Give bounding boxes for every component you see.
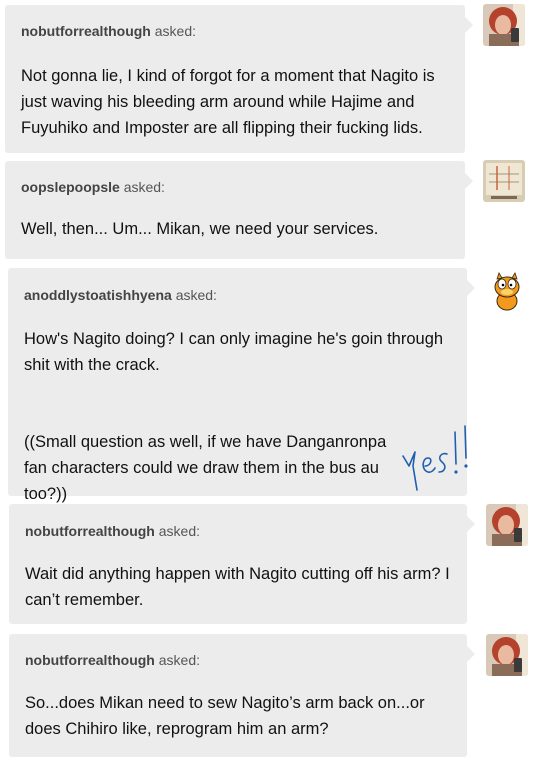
question-text: How's Nagito doing? I can only imagine h… (24, 326, 453, 378)
asker-name[interactable]: nobutforrealthough (21, 23, 151, 39)
asker-name[interactable]: anoddlystoatishhyena (24, 287, 172, 303)
garfield-avatar[interactable] (486, 271, 528, 313)
ask-card: nobutforrealthough asked: Not gonna lie,… (5, 5, 473, 153)
asker-name[interactable]: oopslepoopsle (21, 179, 120, 195)
redhead-selfie-avatar[interactable] (486, 504, 528, 546)
question-text: Wait did anything happen with Nagito cut… (25, 561, 453, 613)
question-paragraph: Well, then... Um... Mikan, we need your … (21, 220, 379, 238)
question-text: Not gonna lie, I kind of forgot for a mo… (21, 63, 451, 141)
ask-card: oopslepoopsle asked: Well, then... Um...… (5, 161, 473, 259)
asked-label: asked: (158, 652, 201, 668)
asker-line: nobutforrealthough asked: (25, 652, 200, 668)
question-text: ((Small question as well, if we have Dan… (24, 429, 407, 507)
question-paragraph: Wait did anything happen with Nagito cut… (25, 565, 450, 609)
asked-label: asked: (175, 287, 217, 303)
diagram-avatar[interactable] (483, 160, 525, 202)
ask-card: nobutforrealthough asked: Wait did anyth… (9, 504, 475, 624)
asker-line: nobutforrealthough asked: (25, 523, 200, 539)
asked-label: asked: (154, 23, 197, 39)
question-paragraph: So...does Mikan need to sew Nagito’s arm… (25, 694, 425, 738)
question-text: Well, then... Um... Mikan, we need your … (21, 216, 451, 242)
asker-name[interactable]: nobutforrealthough (25, 652, 155, 668)
question-paragraph: ((Small question as well, if we have Dan… (24, 433, 387, 503)
handwritten-yes-note (395, 422, 475, 494)
asked-label: asked: (158, 523, 201, 539)
question-text: So...does Mikan need to sew Nagito’s arm… (25, 690, 453, 742)
asked-label: asked: (123, 179, 165, 195)
question-paragraph: How's Nagito doing? I can only imagine h… (24, 330, 444, 374)
ask-card: nobutforrealthough asked: So...does Mika… (9, 634, 475, 757)
asker-line: nobutforrealthough asked: (21, 23, 196, 39)
question-paragraph: Not gonna lie, I kind of forgot for a mo… (21, 67, 435, 137)
asker-line: anoddlystoatishhyena asked: (24, 287, 217, 303)
redhead-selfie-avatar[interactable] (483, 4, 525, 46)
asker-name[interactable]: nobutforrealthough (25, 523, 155, 539)
redhead-selfie-avatar[interactable] (486, 634, 528, 676)
asker-line: oopslepoopsle asked: (21, 179, 165, 195)
